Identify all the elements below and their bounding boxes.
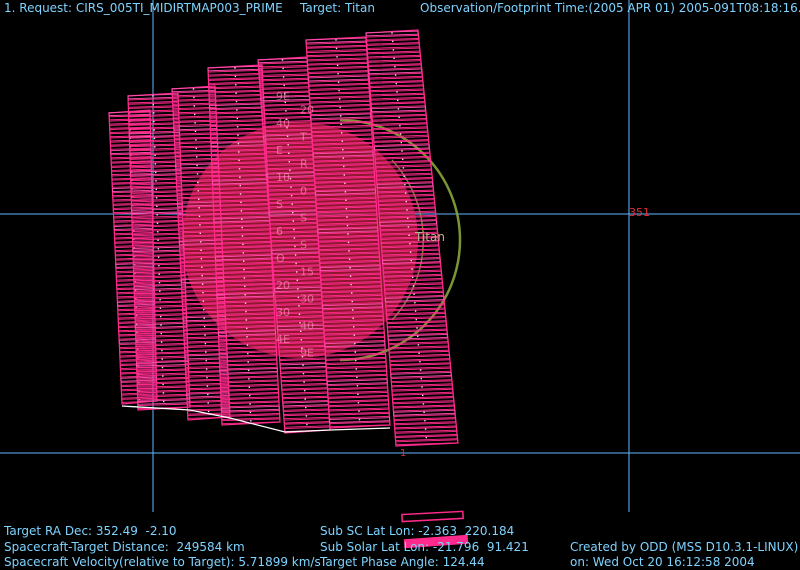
disk-grid-label: T	[299, 131, 307, 144]
created-by: Created by ODD (MSS D10.3.1-LINUX)	[570, 540, 799, 554]
disk-grid-label: R	[300, 158, 308, 171]
disk-grid-label: 6	[276, 225, 283, 238]
disk-grid-label: 9E	[300, 347, 314, 360]
disk-grid-label: 40	[276, 117, 290, 130]
disk-grid-label: 9E	[276, 90, 290, 103]
axis-value-label: 351	[629, 206, 650, 219]
disk-grid-label: 20	[300, 104, 314, 117]
target-name-label: Titan	[414, 230, 445, 244]
minor-marker-label: 1	[400, 448, 406, 459]
disk-grid-label: 4E	[276, 333, 290, 346]
disk-grid-label: E	[276, 144, 283, 157]
target-ra-dec: Target RA Dec: 352.49 -2.10	[4, 524, 177, 538]
observation-time-label: Observation/Footprint Time:(2005 APR 01)…	[420, 1, 800, 15]
disk-grid-label: S	[300, 239, 307, 252]
disk-grid-label: 15	[300, 266, 314, 279]
spacecraft-velocity: Spacecraft Velocity(relative to Target):…	[4, 555, 321, 569]
target-label: Target: Titan	[300, 1, 375, 15]
sub-sc-lat-lon: Sub SC Lat Lon: -2.363 220.184	[320, 524, 515, 538]
disk-grid-label: 40	[300, 320, 314, 333]
disk-grid-label: O	[276, 252, 285, 265]
target-phase-angle: Target Phase Angle: 124.44	[320, 555, 485, 569]
created-on: on: Wed Oct 20 16:12:58 2004	[570, 555, 755, 569]
bottom-marker-outline	[401, 510, 464, 523]
disk-grid-label: 30	[276, 306, 290, 319]
disk-grid-label: 30	[300, 293, 314, 306]
disk-grid-label: S	[276, 198, 283, 211]
disk-grid-label: S	[300, 212, 307, 225]
disk-grid-label: 0	[300, 185, 307, 198]
footprint-plot: 9E 20 40 T E R 10 0 S S 6 S O 15 20 30 30 40 4E 9E Titan 35…	[0, 0, 800, 549]
footprint-strip	[127, 92, 191, 411]
disk-grid-label: 20	[276, 279, 290, 292]
sub-solar-lat-lon: Sub Solar Lat Lon: -21.796 91.421	[320, 540, 529, 554]
disk-grid-label: 10	[276, 171, 290, 184]
request-label: 1. Request: CIRS_005TI_MIDIRTMAP003_PRIM…	[4, 1, 283, 15]
observation-canvas: 9E 20 40 T E R 10 0 S S 6 S O 15 20 30 30 40 4E 9E Titan 35…	[0, 0, 800, 570]
spacecraft-target-distance: Spacecraft-Target Distance: 249584 km	[4, 540, 245, 554]
